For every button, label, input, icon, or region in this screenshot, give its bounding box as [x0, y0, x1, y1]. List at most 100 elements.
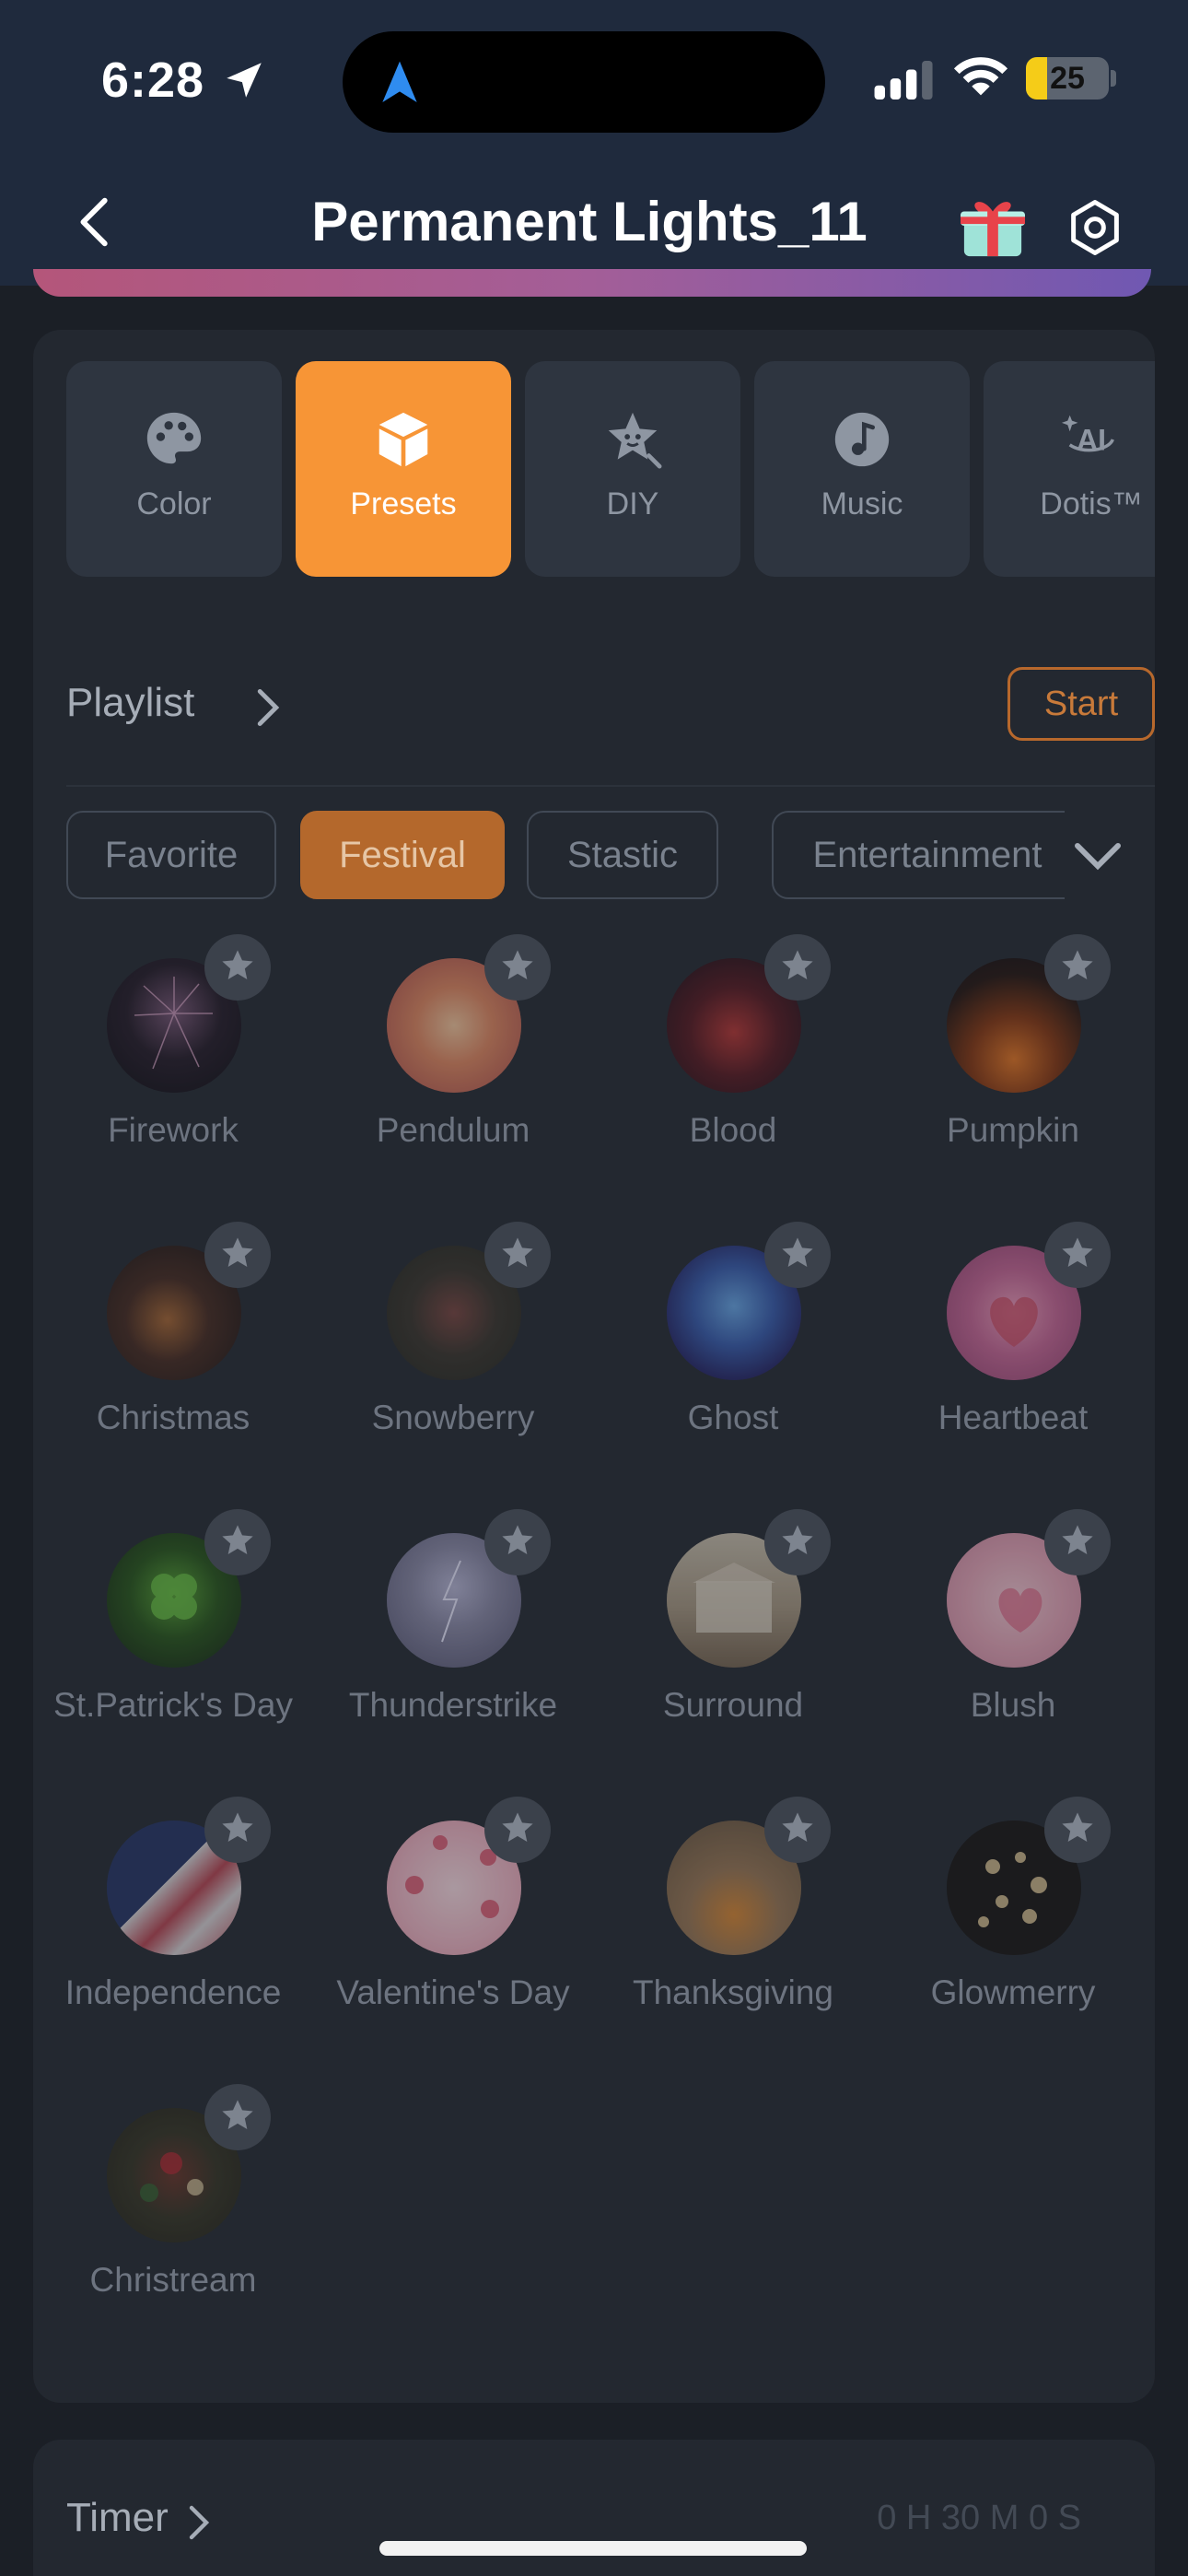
category-favorite[interactable]: Favorite [66, 811, 276, 899]
music-note-icon [834, 412, 890, 467]
star-icon [502, 1525, 533, 1554]
favorite-star-button[interactable] [1044, 1509, 1111, 1575]
star-face-icon [608, 412, 662, 469]
star-icon [222, 1525, 253, 1554]
preset-heartbeat[interactable]: Heartbeat [873, 1222, 1153, 1480]
favorite-star-button[interactable] [764, 1509, 831, 1575]
preset-pendulum[interactable]: Pendulum [313, 934, 593, 1192]
category-stastic[interactable]: Stastic [527, 811, 718, 899]
category-filter-bar: Favorite Festival Stastic Entertainment [66, 811, 1155, 899]
preset-label: Pumpkin [947, 1111, 1079, 1149]
cube-icon [379, 412, 428, 467]
favorite-star-button[interactable] [484, 1509, 551, 1575]
star-icon [782, 1237, 813, 1267]
preset-thanksgiving[interactable]: Thanksgiving [593, 1797, 873, 2055]
favorite-star-button[interactable] [764, 1797, 831, 1863]
preset-surround[interactable]: Surround [593, 1509, 873, 1767]
start-button[interactable]: Start [1007, 667, 1155, 741]
ai-icon: AI [1061, 415, 1114, 457]
wifi-icon [953, 57, 1008, 96]
playlist-link[interactable]: Playlist [66, 680, 194, 726]
preset-thunderstrike[interactable]: Thunderstrike [313, 1509, 593, 1767]
settings-hexagon-icon[interactable] [1065, 197, 1125, 258]
navigation-app-icon [382, 61, 417, 102]
star-icon [222, 1237, 253, 1267]
star-icon [222, 2100, 253, 2129]
favorite-star-button[interactable] [1044, 934, 1111, 1001]
tab-label: DIY [606, 486, 659, 521]
favorite-star-button[interactable] [204, 2084, 271, 2150]
chevron-right-icon[interactable] [254, 687, 282, 728]
home-indicator[interactable] [379, 2541, 807, 2556]
preset-st-patricks-day[interactable]: St.Patrick's Day [33, 1509, 313, 1767]
star-icon [1062, 950, 1093, 979]
timer-label[interactable]: Timer [66, 2495, 169, 2541]
category-entertainment[interactable]: Entertainment [772, 811, 1083, 899]
star-icon [1062, 1525, 1093, 1554]
screen: 6:28 25 Permanent Lights_11 Color Preset… [0, 0, 1188, 2576]
tab-diy[interactable]: DIY [525, 361, 740, 577]
dynamic-island [343, 31, 825, 133]
cellular-signal-icon [874, 61, 933, 100]
favorite-star-button[interactable] [764, 934, 831, 1001]
gift-icon[interactable] [956, 195, 1030, 260]
favorite-star-button[interactable] [484, 934, 551, 1001]
tab-dotis[interactable]: AI Dotis™ [984, 361, 1155, 577]
tab-color[interactable]: Color [66, 361, 282, 577]
timer-value: 0 H 30 M 0 S [877, 2499, 1081, 2537]
page-title: Permanent Lights_11 [311, 191, 868, 252]
preset-glowmerry[interactable]: Glowmerry [873, 1797, 1153, 2055]
star-icon [782, 1525, 813, 1554]
preset-christream[interactable]: Christream [33, 2084, 313, 2342]
preset-label: Blush [970, 1686, 1056, 1724]
preset-snowberry[interactable]: Snowberry [313, 1222, 593, 1480]
preset-blood[interactable]: Blood [593, 934, 873, 1192]
device-color-strip [33, 269, 1151, 297]
chevron-down-icon[interactable] [1072, 838, 1124, 875]
battery-percent: 25 [1050, 61, 1085, 96]
tab-label: Dotis™ [1040, 486, 1143, 521]
star-icon [222, 950, 253, 979]
tab-music[interactable]: Music [754, 361, 970, 577]
preset-valentines-day[interactable]: Valentine's Day [313, 1797, 593, 2055]
star-icon [1062, 1237, 1093, 1267]
star-icon [502, 950, 533, 979]
status-time: 6:28 [101, 53, 205, 108]
favorite-star-button[interactable] [764, 1222, 831, 1288]
preset-christmas[interactable]: Christmas [33, 1222, 313, 1480]
favorite-star-button[interactable] [1044, 1222, 1111, 1288]
preset-label: Heartbeat [938, 1399, 1089, 1436]
star-icon [502, 1237, 533, 1267]
category-festival[interactable]: Festival [300, 811, 505, 899]
chevron-right-icon[interactable] [188, 2504, 210, 2541]
back-chevron-icon[interactable] [64, 190, 129, 254]
favorite-star-button[interactable] [204, 934, 271, 1001]
tab-presets[interactable]: Presets [296, 361, 511, 577]
mode-tab-bar: Color Presets DIY Music AI Dotis™ [66, 361, 1155, 577]
preset-label: Glowmerry [930, 1973, 1096, 2011]
playlist-row: Playlist Start [66, 667, 1155, 750]
battery-tip [1111, 70, 1116, 87]
preset-ghost[interactable]: Ghost [593, 1222, 873, 1480]
tab-label: Music [821, 486, 903, 521]
presets-panel: Color Presets DIY Music AI Dotis™ Playli… [33, 330, 1155, 2403]
battery-indicator: 25 [1026, 57, 1109, 100]
preset-pumpkin[interactable]: Pumpkin [873, 934, 1153, 1192]
preset-independence[interactable]: Independence [33, 1797, 313, 2055]
star-icon [1062, 1812, 1093, 1842]
favorite-star-button[interactable] [204, 1509, 271, 1575]
preset-blush[interactable]: Blush [873, 1509, 1153, 1767]
favorite-star-button[interactable] [484, 1797, 551, 1863]
palette-icon [146, 412, 202, 464]
favorite-star-button[interactable] [204, 1222, 271, 1288]
favorite-star-button[interactable] [484, 1222, 551, 1288]
preset-firework[interactable]: Firework [33, 934, 313, 1192]
star-icon [782, 950, 813, 979]
tab-label: Color [136, 486, 212, 521]
preset-label: Christream [89, 2261, 257, 2299]
favorite-star-button[interactable] [1044, 1797, 1111, 1863]
favorite-star-button[interactable] [204, 1797, 271, 1863]
star-icon [502, 1812, 533, 1842]
divider [66, 785, 1155, 787]
top-bar: 6:28 25 Permanent Lights_11 [0, 0, 1188, 286]
